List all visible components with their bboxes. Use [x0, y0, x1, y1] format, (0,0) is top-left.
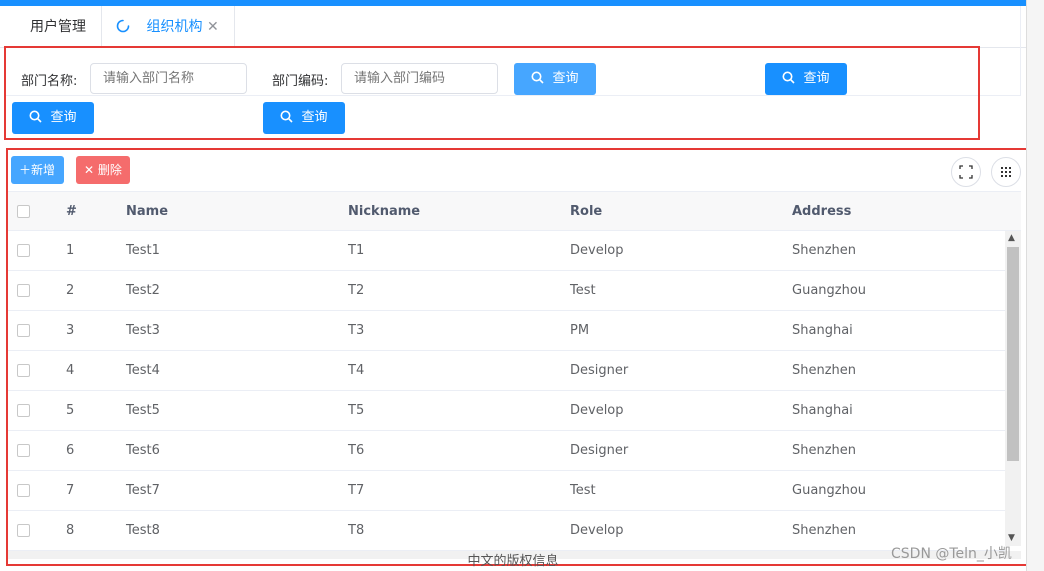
watermark: CSDN @Teln_小凯: [891, 546, 1012, 562]
dept-code-label: 部门编码:: [272, 74, 329, 89]
query-button-label: 查询: [50, 110, 77, 125]
query-button[interactable]: 查询: [263, 102, 345, 134]
search-icon: [782, 71, 796, 84]
copyright-text: 中文的版权信息: [467, 554, 559, 569]
query-button[interactable]: 查询: [514, 63, 596, 95]
search-icon: [29, 110, 43, 123]
table-section-highlight: [6, 148, 1037, 566]
search-icon: [531, 71, 545, 84]
query-button[interactable]: 查询: [765, 63, 847, 95]
dept-name-input[interactable]: [90, 63, 247, 94]
dept-name-label: 部门名称:: [21, 74, 78, 89]
query-button-label: 查询: [552, 71, 579, 86]
query-button-label: 查询: [803, 71, 830, 86]
search-icon: [280, 110, 294, 123]
query-button-label: 查询: [301, 110, 328, 125]
side-panel-edge: [1026, 0, 1044, 571]
query-button[interactable]: 查询: [12, 102, 94, 134]
dept-code-input[interactable]: [341, 63, 498, 94]
